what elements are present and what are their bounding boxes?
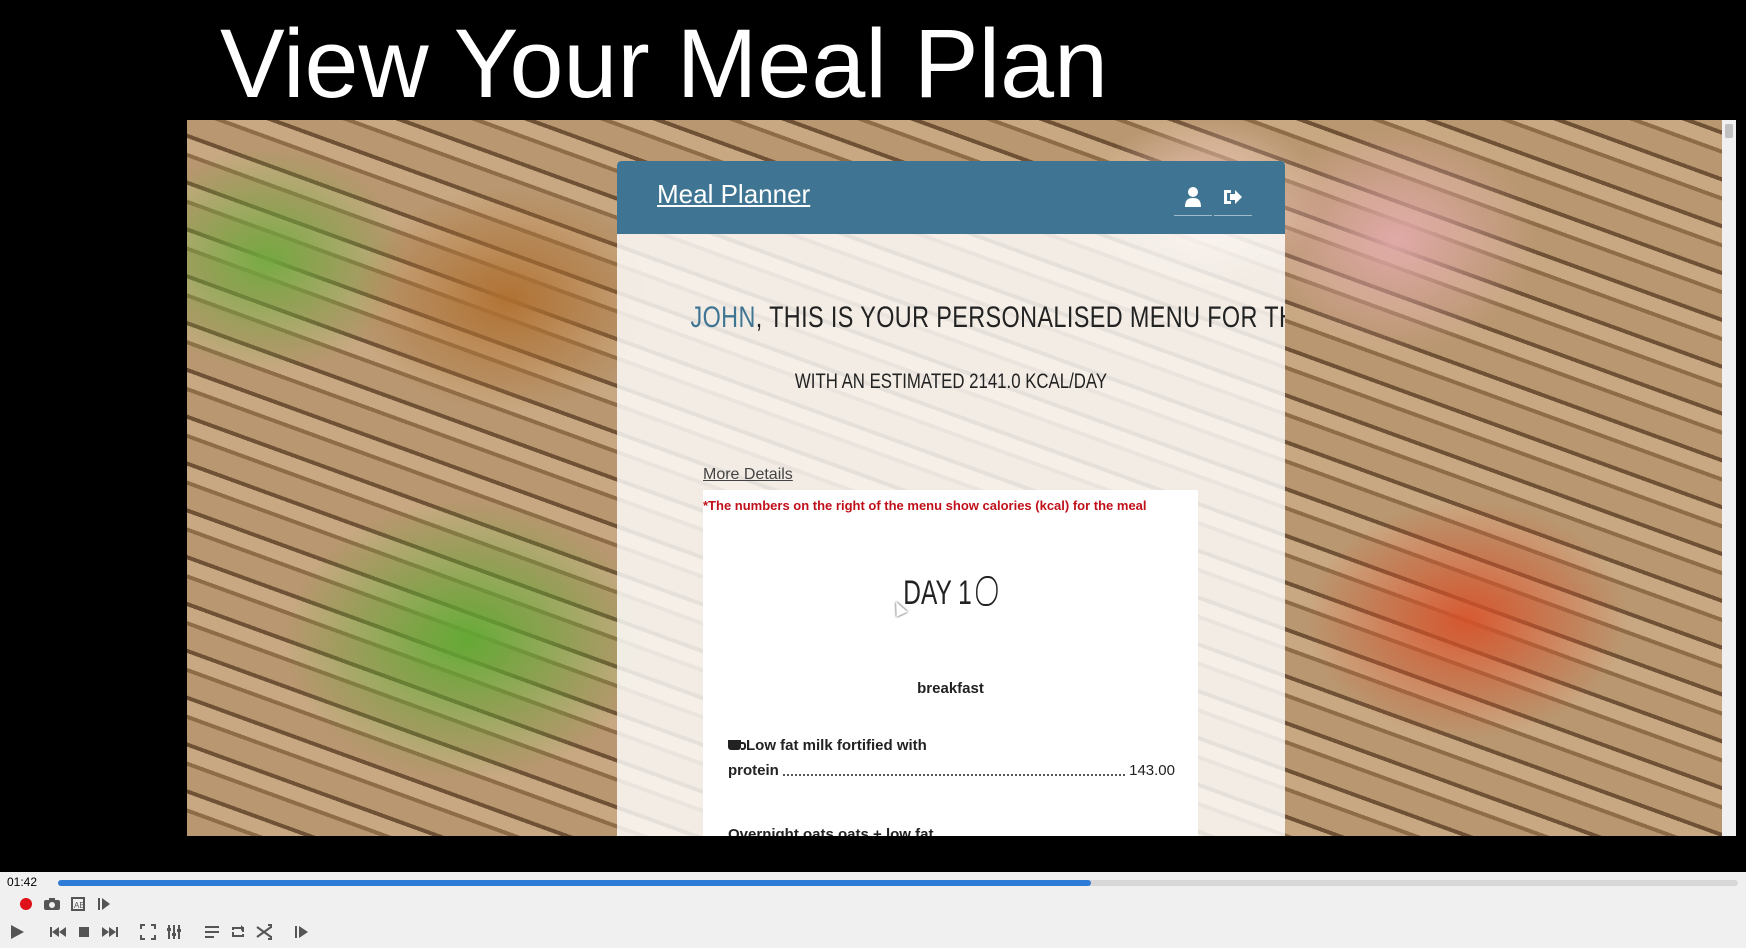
menu-item: Low fat milk fortified with protein 143.0…: [728, 737, 1175, 779]
loop-ab-icon[interactable]: AB: [67, 894, 89, 914]
playlist-icon[interactable]: [201, 922, 223, 942]
stop-icon[interactable]: [73, 922, 95, 942]
day-label: DAY 1: [903, 574, 972, 612]
brand-link[interactable]: Meal Planner: [657, 179, 810, 210]
frame-step-icon[interactable]: [93, 894, 115, 914]
dot-leader: [782, 774, 1126, 776]
menu-item-kcal: 143.00: [1129, 762, 1175, 779]
menu-card: *The numbers on the right of the menu sh…: [703, 490, 1198, 836]
loop-icon[interactable]: [227, 922, 249, 942]
menu-item: Overnight oats oats + low fat: [728, 826, 1175, 836]
snapshot-icon[interactable]: [41, 894, 63, 914]
user-icon[interactable]: [1174, 179, 1212, 216]
user-name: JOHN: [690, 301, 756, 334]
menu-item-name: Low fat milk fortified with: [746, 737, 927, 754]
frame-by-frame-icon[interactable]: [291, 922, 313, 942]
lemon-icon: [976, 576, 998, 606]
calorie-note: *The numbers on the right of the menu sh…: [703, 498, 1147, 513]
scrollbar[interactable]: [1722, 120, 1736, 836]
day-title: DAY 1: [772, 574, 1128, 613]
cup-icon: [728, 740, 746, 750]
calorie-estimate: WITH AN ESTIMATED 2141.0 KCAL/DAY: [794, 370, 1108, 393]
record-icon[interactable]: [15, 894, 37, 914]
greeting-text: , THIS IS YOUR PERSONALISED MENU FOR THE…: [755, 301, 1285, 334]
more-details-link[interactable]: More Details: [703, 466, 793, 484]
next-icon[interactable]: [99, 922, 121, 942]
scrollbar-thumb[interactable]: [1725, 124, 1733, 138]
greeting-heading: JOHN, THIS IS YOUR PERSONALISED MENU FOR…: [690, 301, 1285, 335]
play-icon[interactable]: [6, 922, 28, 942]
menu-item-name: Overnight oats oats + low fat: [728, 826, 934, 836]
media-player-controls: 01:42 AB: [0, 872, 1746, 948]
seek-bar[interactable]: [58, 880, 1738, 886]
logout-icon[interactable]: [1214, 179, 1252, 216]
extended-settings-icon[interactable]: [163, 922, 185, 942]
navbar: Meal Planner: [617, 161, 1285, 234]
menu-item-name-cont: protein: [728, 762, 779, 779]
video-frame: View Your Meal Plan Meal Planner JOHN, T…: [0, 0, 1746, 870]
slide-title: View Your Meal Plan: [220, 9, 1108, 118]
meal-planner-panel: Meal Planner JOHN, THIS IS YOUR PERSONAL…: [617, 161, 1285, 836]
browser-viewport: Meal Planner JOHN, THIS IS YOUR PERSONAL…: [187, 120, 1736, 836]
svg-text:AB: AB: [74, 901, 85, 910]
previous-icon[interactable]: [47, 922, 69, 942]
seek-bar-progress: [58, 880, 1092, 886]
meal-label: breakfast: [917, 680, 984, 697]
shuffle-icon[interactable]: [253, 922, 275, 942]
elapsed-time: 01:42: [7, 875, 38, 889]
fullscreen-icon[interactable]: [137, 922, 159, 942]
